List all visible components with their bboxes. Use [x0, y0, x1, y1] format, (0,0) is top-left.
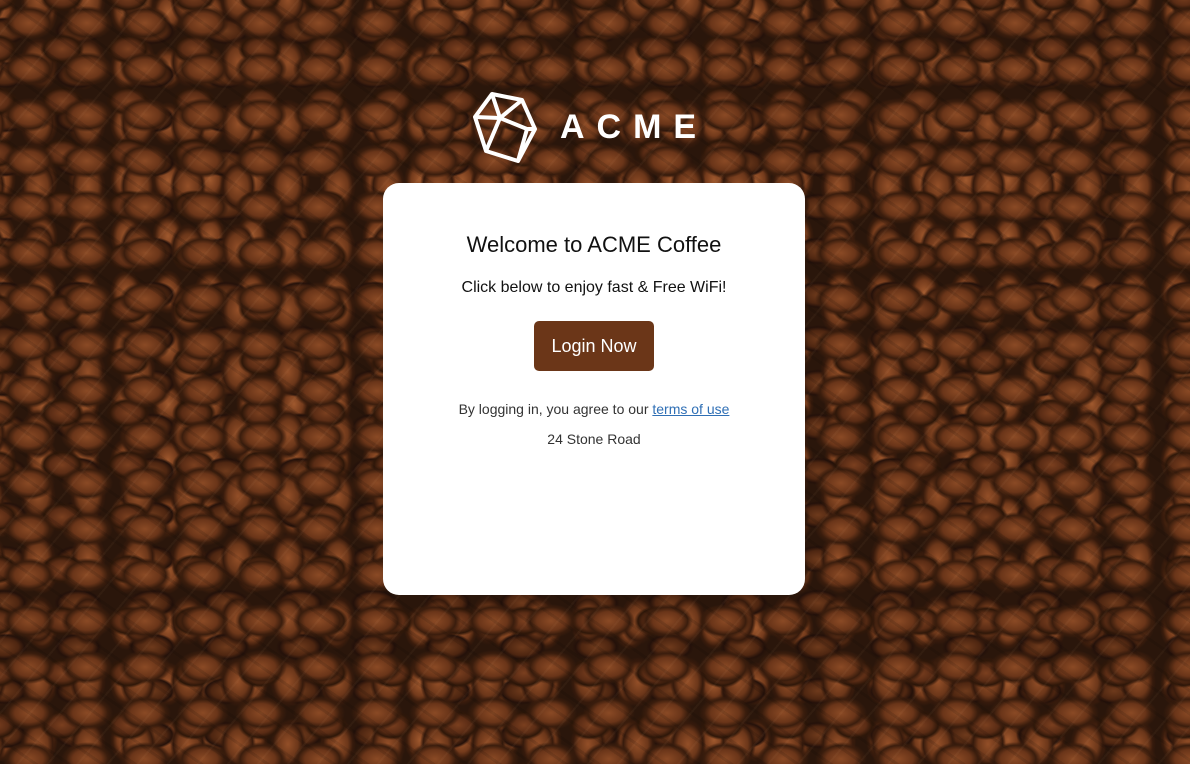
page-title: Welcome to ACME Coffee: [466, 232, 722, 257]
brand-name: ACME: [560, 108, 709, 146]
address: 24 Stone Road: [547, 431, 641, 447]
login-button[interactable]: Login Now: [534, 321, 654, 371]
login-card: Welcome to ACME Coffee Click below to en…: [383, 183, 805, 595]
brand-logo: ACME: [472, 90, 708, 165]
terms-of-use-link[interactable]: terms of use: [652, 401, 729, 417]
terms-notice: By logging in, you agree to our terms of…: [383, 399, 805, 419]
polyhedron-logo-icon: [472, 91, 538, 165]
terms-prefix: By logging in, you agree to our: [458, 401, 653, 417]
subtitle: Click below to enjoy fast & Free WiFi!: [461, 279, 727, 296]
